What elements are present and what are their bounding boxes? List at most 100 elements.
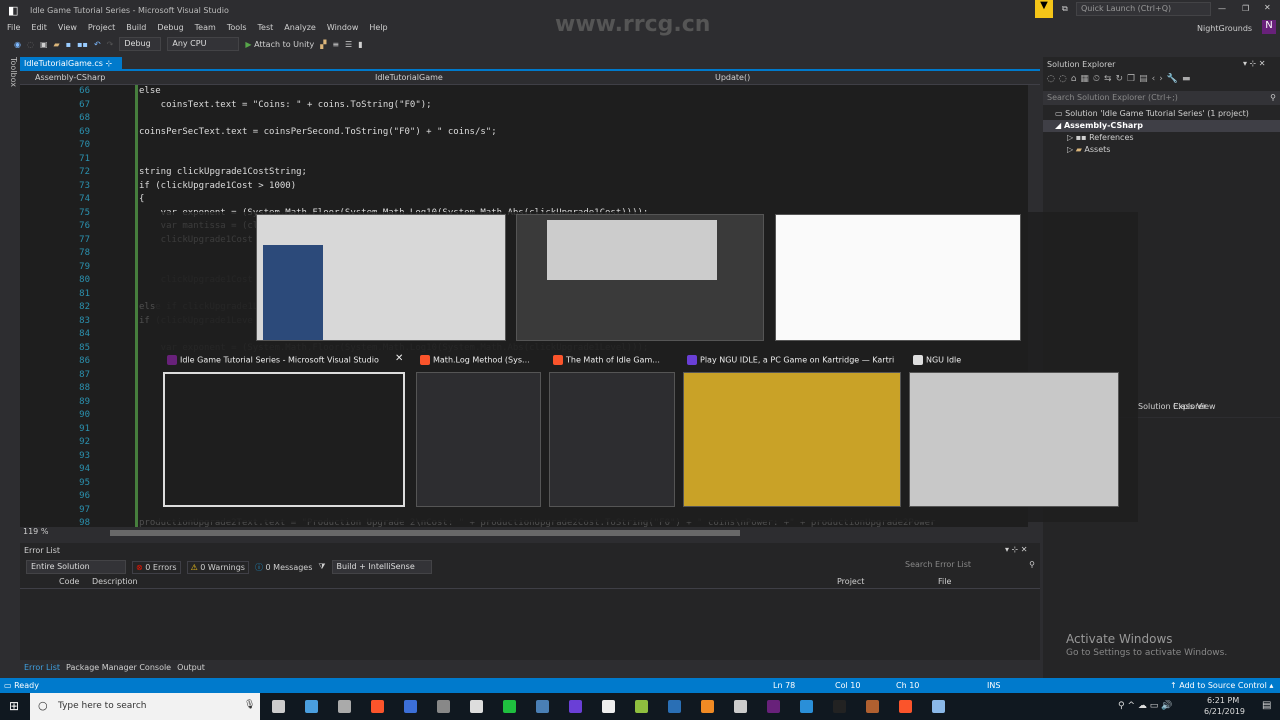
menu-window[interactable]: Window bbox=[327, 23, 359, 32]
code-line[interactable] bbox=[139, 112, 936, 126]
menu-debug[interactable]: Debug bbox=[157, 23, 183, 32]
windows-start-icon[interactable]: ⊞ bbox=[9, 699, 19, 713]
horizontal-scrollbar[interactable] bbox=[110, 530, 740, 536]
taskbar-app-icon[interactable] bbox=[503, 700, 516, 713]
taskbar-app-icon[interactable] bbox=[371, 700, 384, 713]
undo-icon[interactable]: ↶ bbox=[94, 40, 101, 49]
restore-button[interactable]: ❐ bbox=[1242, 4, 1249, 13]
column-project[interactable]: Project bbox=[837, 577, 864, 586]
taskbar-app-icon[interactable] bbox=[899, 700, 912, 713]
menu-help[interactable]: Help bbox=[369, 23, 387, 32]
close-window-icon[interactable]: ✕ bbox=[395, 353, 403, 364]
taskbar-app-icon[interactable] bbox=[734, 700, 747, 713]
bookmark-icon[interactable]: ▮ bbox=[358, 40, 362, 49]
member-dropdown[interactable]: Update() bbox=[715, 73, 750, 82]
switcher-window-title[interactable]: Idle Game Tutorial Series - Microsoft Vi… bbox=[167, 355, 399, 365]
toolbox-tab[interactable]: Toolbox bbox=[4, 57, 18, 117]
comment-icon[interactable]: ☰ bbox=[345, 40, 352, 49]
code-line[interactable]: { bbox=[139, 193, 936, 207]
taskbar-app-icon[interactable] bbox=[800, 700, 813, 713]
switcher-window-title[interactable]: The Math of Idle Gam... bbox=[553, 355, 669, 365]
preview-document[interactable] bbox=[775, 214, 1021, 341]
menu-edit[interactable]: Edit bbox=[31, 23, 47, 32]
scope-select[interactable]: Entire Solution bbox=[26, 560, 126, 574]
column-code[interactable]: Code bbox=[59, 577, 79, 586]
preview-obs[interactable] bbox=[516, 214, 764, 341]
code-line[interactable] bbox=[139, 153, 936, 167]
code-line[interactable] bbox=[139, 139, 936, 153]
build-filter-select[interactable]: Build + IntelliSense bbox=[331, 560, 432, 574]
menu-test[interactable]: Test bbox=[258, 23, 274, 32]
quick-launch-input[interactable]: Quick Launch (Ctrl+Q) bbox=[1076, 2, 1211, 16]
taskbar-app-icon[interactable] bbox=[767, 700, 780, 713]
warnings-filter[interactable]: ⚠ 0 Warnings bbox=[186, 560, 249, 574]
taskbar-app-icon[interactable] bbox=[404, 700, 417, 713]
taskbar-app-icon[interactable] bbox=[470, 700, 483, 713]
switcher-window-title[interactable]: Math.Log Method (Sys... bbox=[420, 355, 535, 365]
menu-analyze[interactable]: Analyze bbox=[284, 23, 316, 32]
forward-icon[interactable]: ◌ bbox=[27, 40, 34, 49]
configuration-select[interactable]: Debug bbox=[119, 37, 162, 51]
switcher-window-preview[interactable] bbox=[549, 372, 675, 507]
minimize-button[interactable]: — bbox=[1218, 4, 1226, 13]
switcher-window-preview[interactable] bbox=[683, 372, 901, 507]
switcher-window-title[interactable]: NGU Idle bbox=[913, 355, 1113, 365]
taskbar-app-icon[interactable] bbox=[437, 700, 450, 713]
taskbar-app-icon[interactable] bbox=[602, 700, 615, 713]
redo-icon[interactable]: ↷ bbox=[107, 40, 114, 49]
error-search-input[interactable]: Search Error List ⚲ bbox=[905, 560, 1035, 569]
taskbar-app-icon[interactable] bbox=[635, 700, 648, 713]
errors-filter[interactable]: ⊗ 0 Errors bbox=[132, 560, 181, 574]
switcher-window-preview[interactable] bbox=[909, 372, 1119, 507]
attach-button[interactable]: ▶ Attach to Unity bbox=[245, 40, 314, 49]
class-dropdown[interactable]: IdleTutorialGame bbox=[375, 73, 443, 82]
messages-filter[interactable]: ⓘ 0 Messages bbox=[255, 562, 312, 573]
menu-build[interactable]: Build bbox=[126, 23, 146, 32]
platform-select[interactable]: Any CPU bbox=[167, 37, 240, 51]
tab-class-view[interactable]: Class View bbox=[1173, 402, 1216, 411]
taskbar-app-icon[interactable] bbox=[536, 700, 549, 713]
new-project-icon[interactable]: ▣ bbox=[40, 40, 48, 49]
code-line[interactable]: coinsPerSecText.text = coinsPerSecond.To… bbox=[139, 126, 936, 140]
tree-project[interactable]: ◢ Assembly-CSharp bbox=[1043, 120, 1280, 132]
taskbar-search-input[interactable]: ○ Type here to search 🎙 bbox=[30, 693, 260, 720]
taskbar-app-icon[interactable] bbox=[668, 700, 681, 713]
code-line[interactable]: if (clickUpgrade1Cost > 1000) bbox=[139, 180, 936, 194]
notifications-icon[interactable]: ▤ bbox=[1262, 700, 1271, 711]
taskbar-app-icon[interactable] bbox=[866, 700, 879, 713]
menu-tools[interactable]: Tools bbox=[227, 23, 247, 32]
menu-file[interactable]: File bbox=[7, 23, 20, 32]
tab-package-manager-console[interactable]: Package Manager Console bbox=[66, 663, 171, 672]
code-line[interactable]: else bbox=[139, 85, 936, 99]
back-icon[interactable]: ◉ bbox=[14, 40, 21, 49]
filter-icon[interactable]: ▼ bbox=[1035, 0, 1053, 18]
solution-search-input[interactable]: Search Solution Explorer (Ctrl+;) ⚲ bbox=[1043, 91, 1280, 105]
switcher-window-preview[interactable] bbox=[416, 372, 541, 507]
taskbar-app-icon[interactable] bbox=[305, 700, 318, 713]
project-dropdown[interactable]: Assembly-CSharp bbox=[35, 73, 105, 82]
solution-toolbar[interactable]: ◌◌⌂▦⏲⇆↻❐▤‹›🔧▬ bbox=[1047, 74, 1195, 84]
tab-error-list[interactable]: Error List bbox=[24, 663, 60, 672]
tree-assets[interactable]: ▷ ▰ Assets bbox=[1067, 145, 1110, 154]
save-all-icon[interactable]: ▪▪ bbox=[77, 40, 88, 49]
find-icon[interactable]: ▞ bbox=[320, 40, 326, 49]
avatar[interactable]: N bbox=[1262, 20, 1276, 34]
open-icon[interactable]: ▰ bbox=[54, 40, 60, 49]
column-file[interactable]: File bbox=[938, 577, 951, 586]
preview-unity-editor[interactable] bbox=[256, 214, 506, 341]
switcher-window-preview[interactable] bbox=[163, 372, 405, 507]
system-tray-icons[interactable]: ⚲ ^ ☁ ▭ 🔊 bbox=[1118, 701, 1172, 711]
close-button[interactable]: ✕ bbox=[1264, 3, 1271, 12]
taskbar-app-icon[interactable] bbox=[833, 700, 846, 713]
panel-controls[interactable]: ▾ ⊹ ✕ bbox=[1005, 545, 1028, 554]
user-name[interactable]: NightGrounds bbox=[1197, 24, 1252, 33]
pin-icon[interactable]: ⊹ bbox=[105, 59, 112, 68]
feedback-icon[interactable]: ⧉ bbox=[1062, 4, 1068, 14]
filter-icon[interactable]: ⧩ bbox=[318, 562, 325, 572]
clock-time[interactable]: 6:21 PM bbox=[1207, 696, 1239, 705]
microphone-icon[interactable]: 🎙 bbox=[244, 700, 255, 710]
taskbar-app-icon[interactable] bbox=[701, 700, 714, 713]
menu-view[interactable]: View bbox=[58, 23, 77, 32]
code-line[interactable]: coinsText.text = "Coins: " + coins.ToStr… bbox=[139, 99, 936, 113]
tree-solution[interactable]: ▭ Solution 'Idle Game Tutorial Series' (… bbox=[1055, 109, 1249, 118]
